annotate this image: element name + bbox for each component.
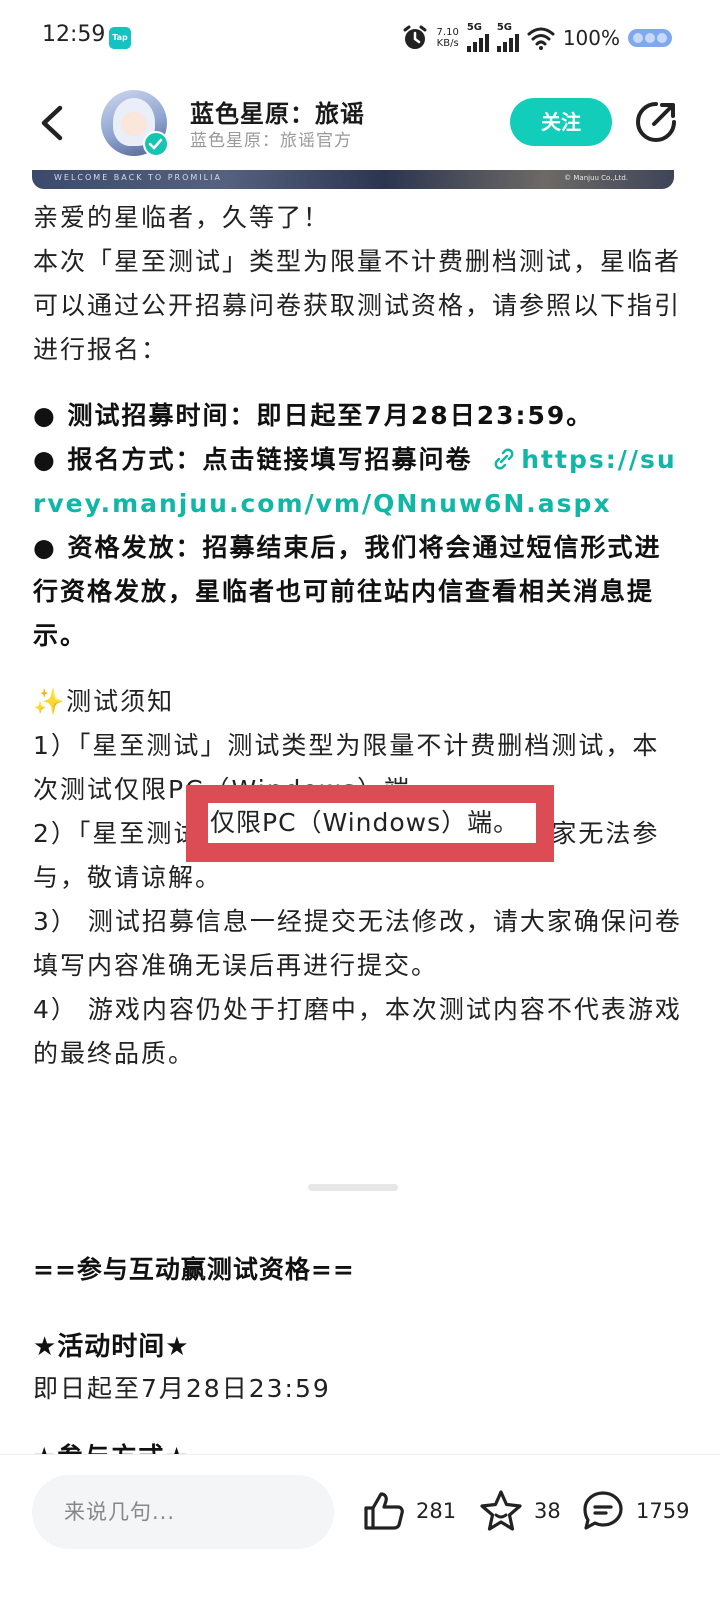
comment-count: 1759 — [636, 1499, 690, 1523]
highlight-text: 仅限PC（Windows）端。 — [208, 803, 536, 843]
comment-bubble-icon — [583, 1491, 623, 1530]
battery-percent: 100% — [562, 26, 620, 50]
share-icon[interactable] — [634, 100, 678, 144]
favorite-button[interactable]: 38 — [478, 1485, 561, 1537]
status-icons: 7.10 KB/s 5G 5G 100% — [401, 20, 672, 56]
recruit-time: ● 测试招募时间：即日起至7月28日23:59。 — [33, 401, 594, 430]
signal-label-2: 5G — [496, 22, 512, 33]
highlight-box: 仅限PC（Windows）端。 — [186, 785, 554, 862]
network-speed-unit: KB/s — [436, 38, 459, 49]
comment-button[interactable]: 1759 — [580, 1485, 689, 1537]
comment-input[interactable]: 来说几句... — [32, 1475, 334, 1549]
network-speed-value: 7.10 — [436, 27, 459, 38]
thumbs-up-icon — [364, 1492, 404, 1530]
favorite-count: 38 — [534, 1499, 561, 1523]
activity-time-title: ★活动时间★ — [33, 1332, 190, 1362]
banner-image: WELCOME BACK TO PROMILIA © Manjuu Co.,Lt… — [32, 170, 674, 189]
banner-copyright: © Manjuu Co.,Ltd. — [564, 174, 628, 182]
wifi-icon — [527, 27, 555, 50]
section-divider — [308, 1184, 398, 1191]
participation-heading: ★参与方式★ — [33, 1435, 190, 1455]
star-icon — [480, 1490, 522, 1531]
banner-welcome-text: WELCOME BACK TO PROMILIA — [54, 173, 222, 182]
battery-icon — [628, 29, 672, 47]
follow-button[interactable]: 关注 — [510, 98, 612, 146]
notice-item: 3） 测试招募信息一经提交无法修改，请大家确保问卷填写内容准确无误后再进行提交。 — [33, 907, 682, 980]
qualification-release: ● 资格发放：招募结束后，我们将会通过短信形式进行资格发放，星临者也可前往站内信… — [33, 533, 662, 650]
notice-item: 4） 游戏内容仍处于打磨中，本次测试内容不代表游戏的最终品质。 — [33, 995, 682, 1068]
intro-description: 本次「星至测试」类型为限量不计费删档测试，星临者可以通过公开招募问卷获取测试资格… — [33, 247, 682, 364]
link-icon — [494, 448, 514, 470]
signal-label: 5G — [466, 22, 482, 33]
activity-time: 即日起至7月28日23:59 — [33, 1374, 331, 1403]
like-count: 281 — [416, 1499, 457, 1523]
notice-title: ✨测试须知 — [33, 687, 175, 716]
network-speed: 7.10 KB/s — [437, 27, 459, 49]
signal-icon-2: 5G — [496, 22, 519, 52]
bottom-action-bar: 来说几句... 281 38 1759 — [0, 1454, 720, 1601]
like-button[interactable]: 281 — [362, 1485, 456, 1537]
signup-method: ● 报名方式：点击链接填写招募问卷 https://survey.manjuu.… — [33, 438, 683, 526]
verified-badge-icon — [143, 131, 169, 157]
taptap-app-icon: Tap — [109, 27, 131, 49]
back-arrow-icon[interactable] — [30, 98, 74, 148]
article-body: 亲爱的星临者，久等了！ 本次「星至测试」类型为限量不计费删档测试，星临者可以通过… — [33, 196, 683, 1076]
intro-greeting: 亲爱的星临者，久等了！ — [33, 203, 331, 232]
author-name[interactable]: 蓝色星原：旅谣 — [190, 94, 365, 129]
status-bar: 12:59 Tap 7.10 KB/s 5G 5G 100% — [0, 0, 720, 76]
clock: 12:59 — [42, 22, 106, 47]
event-heading: ==参与互动赢测试资格== — [33, 1255, 355, 1284]
post-header: 蓝色星原：旅谣 蓝色星原：旅谣官方 关注 — [0, 76, 720, 176]
event-section: ==参与互动赢测试资格== ★活动时间★ 即日起至7月28日23:59 — [33, 1250, 683, 1411]
author-subtitle: 蓝色星原：旅谣官方 — [190, 131, 352, 151]
alarm-icon — [403, 25, 427, 49]
signup-method-text: ● 报名方式：点击链接填写招募问卷 — [33, 445, 473, 474]
signal-icon: 5G — [466, 22, 489, 52]
